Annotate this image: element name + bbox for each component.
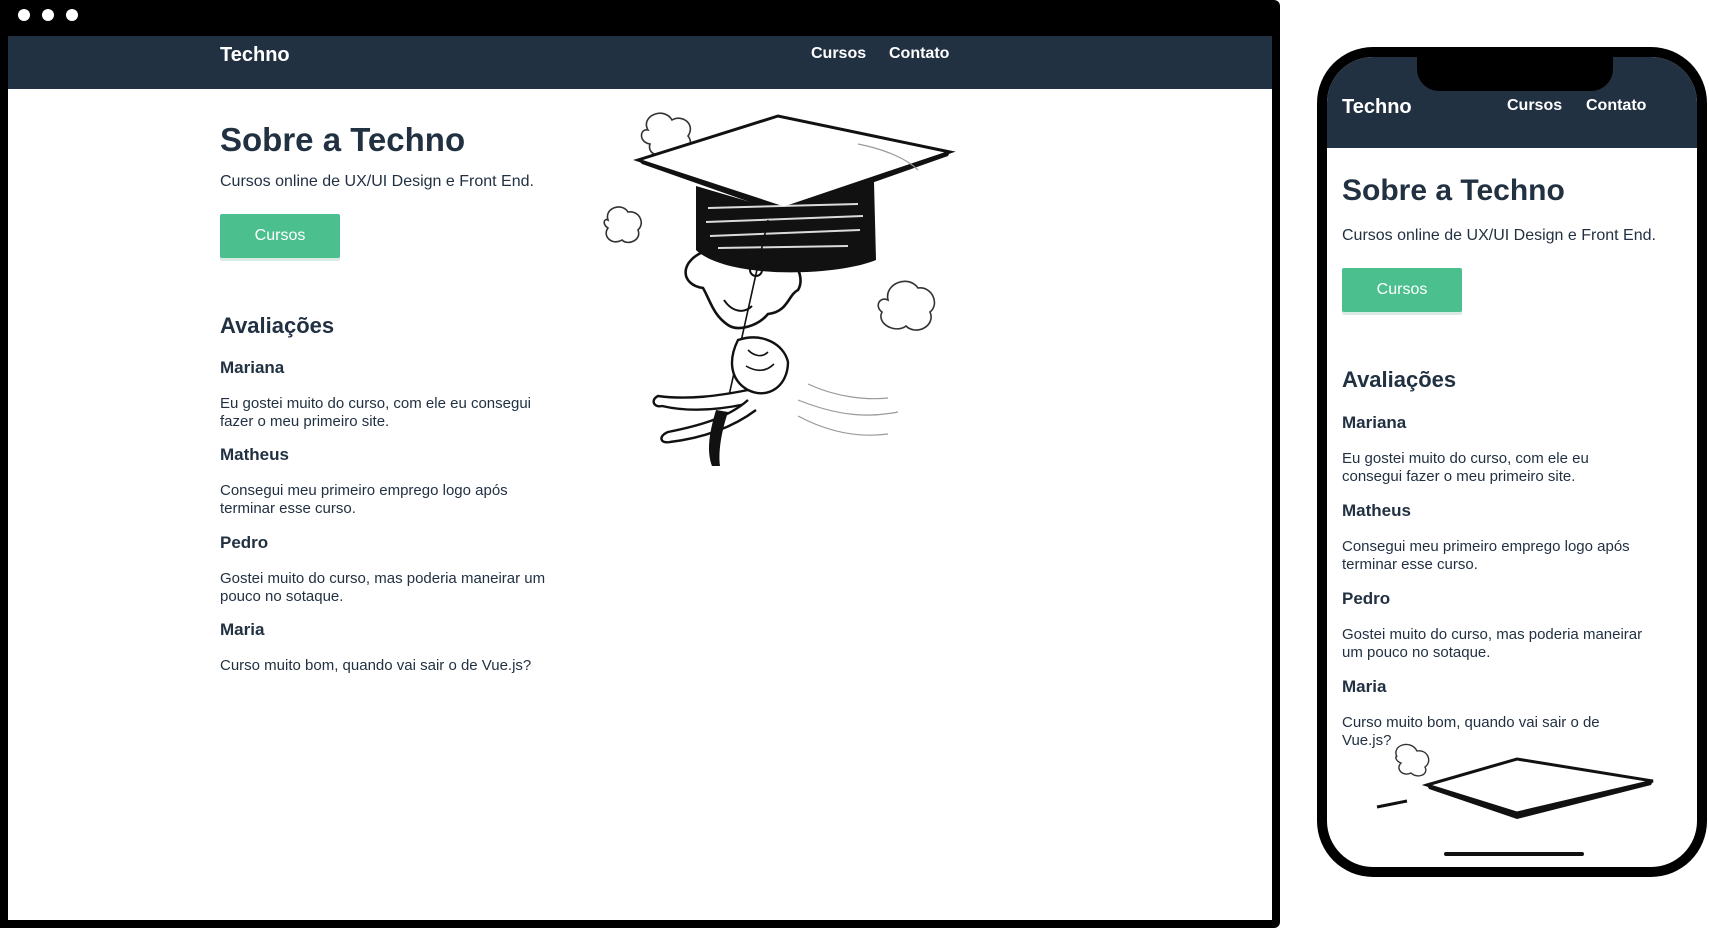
review-text: Gostei muito do curso, mas poderia manei… — [1342, 626, 1643, 661]
review-name: Matheus — [220, 445, 289, 464]
brand-logo[interactable]: Techno — [220, 44, 290, 67]
hero-subtitle: Cursos online de UX/UI Design e Front En… — [220, 173, 534, 190]
review-name: Pedro — [220, 533, 269, 552]
window-dot-close[interactable] — [18, 9, 30, 21]
brand-logo[interactable]: Techno — [1342, 96, 1412, 119]
nav-link-contato[interactable]: Contato — [1586, 97, 1646, 115]
review-text: Consegui meu primeiro emprego logo após … — [1342, 538, 1630, 573]
review-name: Maria — [1342, 677, 1387, 696]
hero-title: Sobre a Techno — [220, 121, 466, 158]
hero-subtitle: Cursos online de UX/UI Design e Front En… — [1342, 227, 1656, 244]
nav-link-cursos[interactable]: Cursos — [1507, 97, 1562, 115]
review-name: Pedro — [1342, 589, 1391, 608]
cursos-button[interactable]: Cursos — [220, 214, 340, 258]
reviews-title: Avaliações — [1342, 367, 1457, 392]
review-item: Pedro Gostei muito do curso, mas poderia… — [220, 533, 565, 606]
desktop-viewport: Techno Cursos Contato Sobre a Techno Cur… — [8, 36, 1272, 920]
mobile-viewport: Techno Cursos Contato Sobre a Techno Cur… — [1327, 57, 1697, 867]
review-item: Mariana Eu gostei muito do curso, com el… — [1342, 413, 1647, 486]
review-item: Maria Curso muito bom, quando vai sair o… — [220, 620, 565, 675]
review-name: Matheus — [1342, 501, 1411, 520]
cursos-button[interactable]: Cursos — [1342, 268, 1462, 312]
review-item: Mariana Eu gostei muito do curso, com el… — [220, 358, 565, 431]
review-name: Mariana — [220, 358, 285, 377]
nav-link-cursos[interactable]: Cursos — [811, 45, 866, 63]
window-dot-maximize[interactable] — [66, 9, 78, 21]
phone-notch — [1417, 57, 1613, 91]
graduation-cap-illustration-icon — [603, 112, 956, 466]
graduation-cap-illustration-icon — [1376, 743, 1654, 819]
reviews-title: Avaliações — [220, 313, 335, 338]
review-text: Eu gostei muito do curso, com ele eu con… — [220, 395, 532, 430]
review-name: Mariana — [1342, 413, 1407, 432]
review-text: Curso muito bom, quando vai sair o de Vu… — [220, 657, 532, 674]
nav-link-contato[interactable]: Contato — [889, 45, 949, 63]
review-text: Eu gostei muito do curso, com ele eu con… — [1342, 450, 1589, 485]
window-controls — [18, 9, 78, 21]
review-name: Maria — [220, 620, 265, 639]
review-item: Pedro Gostei muito do curso, mas poderia… — [1342, 589, 1647, 662]
mobile-phone-frame: Techno Cursos Contato Sobre a Techno Cur… — [1317, 47, 1707, 877]
review-text: Gostei muito do curso, mas poderia manei… — [220, 570, 546, 605]
window-dot-minimize[interactable] — [42, 9, 54, 21]
home-indicator[interactable] — [1444, 852, 1584, 856]
review-item: Matheus Consegui meu primeiro emprego lo… — [220, 445, 565, 518]
desktop-navbar: Techno Cursos Contato — [8, 36, 1272, 89]
hero-title: Sobre a Techno — [1342, 174, 1565, 207]
review-item: Matheus Consegui meu primeiro emprego lo… — [1342, 501, 1647, 574]
desktop-browser-frame: Techno Cursos Contato Sobre a Techno Cur… — [0, 0, 1280, 928]
review-text: Consegui meu primeiro emprego logo após … — [220, 482, 508, 517]
